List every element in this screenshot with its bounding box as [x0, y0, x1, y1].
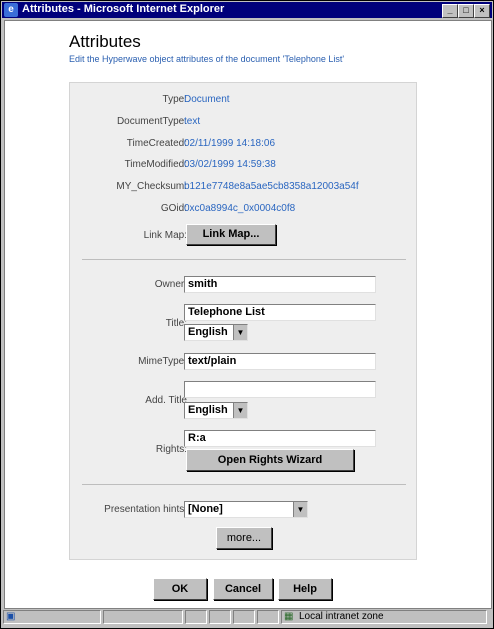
rights-label: Rights: — [155, 444, 187, 455]
info-value-timemodified: 03/02/1999 14:59:38 — [184, 159, 276, 170]
window-title: Attributes - Microsoft Internet Explorer — [22, 3, 225, 15]
info-value-timecreated: 02/11/1999 14:18:06 — [184, 138, 276, 149]
info-label-checksum: MY_Checksum: — [116, 181, 187, 192]
status-cell-main: ▣ — [3, 610, 101, 624]
page-title: Attributes — [69, 32, 141, 51]
title-language-select[interactable]: English ▼ — [184, 324, 248, 341]
ie-logo-icon: e — [4, 3, 18, 17]
rights-input[interactable]: R:a — [184, 430, 376, 447]
help-button[interactable]: Help — [278, 578, 332, 600]
browser-window: e Attributes - Microsoft Internet Explor… — [0, 0, 494, 629]
page-icon: ▣ — [6, 611, 16, 622]
info-label-documenttype: DocumentType: — [116, 116, 187, 127]
presentation-hints-label: Presentation hints: — [104, 504, 187, 515]
owner-input[interactable]: smith — [184, 276, 376, 293]
owner-label: Owner: — [154, 279, 187, 290]
add-title-input[interactable] — [184, 381, 376, 398]
add-title-language-select[interactable]: English ▼ — [184, 402, 248, 419]
add-title-label: Add. Title — [145, 395, 187, 406]
intranet-zone-icon: ▦ — [284, 611, 294, 622]
info-value-type: Document — [184, 94, 230, 105]
page-subtitle: Edit the Hyperwave object attributes of … — [69, 54, 345, 64]
presentation-hints-select[interactable]: [None] ▼ — [184, 501, 308, 518]
add-title-language-value: English — [188, 404, 228, 416]
chevron-down-icon: ▼ — [293, 502, 307, 517]
cancel-button[interactable]: Cancel — [213, 578, 273, 600]
open-rights-wizard-button[interactable]: Open Rights Wizard — [186, 449, 354, 471]
status-cell-1 — [185, 610, 207, 624]
title-input[interactable]: Telephone List — [184, 304, 376, 321]
info-value-checksum: b121e7748e8a5ae5cb8358a12003a54f — [184, 181, 359, 192]
status-cell-3 — [233, 610, 255, 624]
status-bar: ▣ ▦ Local intranet zone — [3, 609, 492, 626]
status-zone-text: Local intranet zone — [299, 611, 384, 622]
mimetype-input[interactable]: text/plain — [184, 353, 376, 370]
chevron-down-icon: ▼ — [233, 403, 247, 418]
ok-button[interactable]: OK — [153, 578, 207, 600]
link-map-label: Link Map: — [143, 230, 187, 241]
minimize-button[interactable]: _ — [442, 4, 458, 18]
info-value-goid: 0xc0a8994c_0x0004c0f8 — [184, 203, 296, 214]
presentation-hints-value: [None] — [188, 503, 223, 515]
status-cell-progress — [103, 610, 183, 624]
divider — [82, 484, 406, 485]
title-language-value: English — [188, 326, 228, 338]
close-button[interactable]: × — [474, 4, 490, 18]
status-cell-4 — [257, 610, 279, 624]
link-map-button[interactable]: Link Map... — [186, 224, 276, 245]
page-content: Attributes Edit the Hyperwave object att… — [4, 20, 492, 609]
attributes-panel: Type: Document DocumentType: text TimeCr… — [69, 82, 417, 560]
chevron-down-icon: ▼ — [233, 325, 247, 340]
divider — [82, 259, 406, 260]
status-cell-2 — [209, 610, 231, 624]
info-label-timemodified: TimeModified: — [124, 159, 187, 170]
info-label-timecreated: TimeCreated: — [126, 138, 187, 149]
info-value-documenttype: text — [184, 116, 201, 127]
title-bar: e Attributes - Microsoft Internet Explor… — [2, 2, 492, 18]
mimetype-label: MimeType: — [138, 356, 187, 367]
more-button[interactable]: more... — [216, 527, 272, 549]
maximize-button[interactable]: □ — [458, 4, 474, 18]
